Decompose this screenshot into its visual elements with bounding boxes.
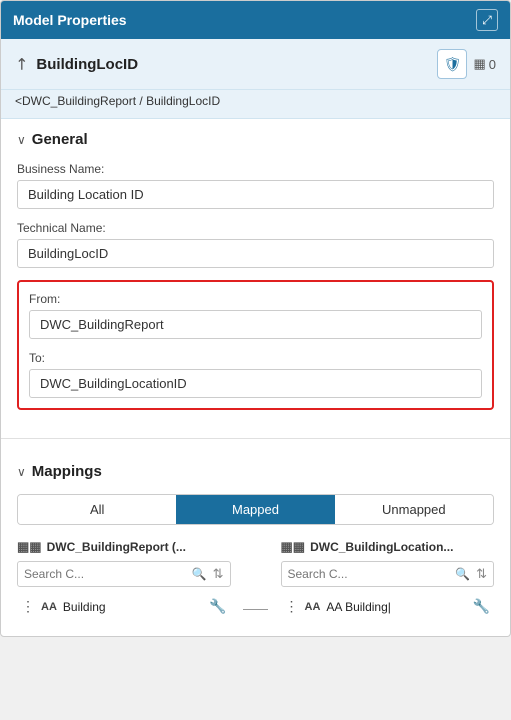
right-aa-badge: AA	[305, 601, 321, 613]
grid-icon: ▦	[473, 56, 485, 72]
business-name-input[interactable]	[17, 180, 494, 209]
general-chevron[interactable]: ∨	[17, 133, 26, 147]
to-field-group: To:	[29, 351, 482, 398]
business-name-label: Business Name:	[17, 162, 494, 176]
breadcrumb-parent-text: <DWC_BuildingReport	[15, 94, 136, 108]
count-value: 0	[489, 57, 496, 72]
tab-all[interactable]: All	[18, 495, 176, 524]
model-properties-panel: Model Properties ⤢ ↗ BuildingLocID 🛡 ▦ 0…	[0, 0, 511, 637]
section-divider	[1, 438, 510, 439]
left-search-row: 🔍 ⇅	[17, 561, 231, 587]
breadcrumb: <DWC_BuildingReport / BuildingLocID	[1, 90, 510, 119]
panel-title: Model Properties	[13, 12, 127, 28]
right-kebab-icon[interactable]: ⋮	[285, 598, 299, 615]
mappings-section-header: ∨ Mappings	[17, 463, 494, 480]
right-search-icon: 🔍	[455, 567, 470, 581]
connector-area	[241, 539, 271, 620]
entity-row: ↗ BuildingLocID 🛡 ▦ 0	[1, 39, 510, 90]
mapping-right-col: ▦▦ DWC_BuildingLocation... 🔍 ⇅ ⋮ AA AA B…	[281, 539, 495, 620]
right-search-input[interactable]	[288, 567, 452, 581]
from-to-box: From: To:	[17, 280, 494, 410]
left-search-icon: 🔍	[192, 567, 207, 581]
breadcrumb-parent-link[interactable]: <DWC_BuildingReport	[15, 94, 139, 108]
technical-name-label: Technical Name:	[17, 221, 494, 235]
general-section-header: ∨ General	[17, 131, 494, 148]
from-input[interactable]	[29, 310, 482, 339]
mappings-chevron[interactable]: ∨	[17, 465, 26, 479]
left-col-title: DWC_BuildingReport (...	[47, 540, 186, 554]
general-title: General	[32, 131, 88, 148]
left-item-action-icon[interactable]: 🔧	[209, 598, 226, 615]
entity-type-icon: ↗	[10, 52, 34, 76]
left-item-label: Building	[63, 600, 203, 614]
technical-name-field-group: Technical Name:	[17, 221, 494, 268]
expand-icon: ⤢	[482, 13, 492, 28]
left-col-header: ▦▦ DWC_BuildingReport (...	[17, 539, 231, 555]
count-button[interactable]: ▦ 0	[473, 56, 496, 72]
right-mapping-item: ⋮ AA AA Building| 🔧	[281, 593, 495, 620]
left-sort-icon[interactable]: ⇅	[213, 566, 224, 582]
breadcrumb-current: BuildingLocID	[146, 94, 220, 108]
right-sort-icon[interactable]: ⇅	[476, 566, 487, 582]
business-name-field-group: Business Name:	[17, 162, 494, 209]
mapping-left-col: ▦▦ DWC_BuildingReport (... 🔍 ⇅ ⋮ AA Buil…	[17, 539, 231, 620]
left-aa-badge: AA	[41, 601, 57, 613]
from-field-group: From:	[29, 292, 482, 339]
right-col-header: ▦▦ DWC_BuildingLocation...	[281, 539, 495, 555]
tab-mapped[interactable]: Mapped	[176, 495, 334, 524]
left-kebab-icon[interactable]: ⋮	[21, 598, 35, 615]
mappings-title: Mappings	[32, 463, 102, 480]
mappings-section: ∨ Mappings All Mapped Unmapped ▦▦ DWC_Bu…	[1, 451, 510, 636]
shield-icon: 🛡	[444, 56, 462, 73]
shield-button[interactable]: 🛡	[437, 49, 467, 79]
mapping-tab-bar: All Mapped Unmapped	[17, 494, 494, 525]
entity-name-group: ↗ BuildingLocID	[15, 54, 138, 74]
to-label: To:	[29, 351, 482, 365]
right-item-action-icon[interactable]: 🔧	[473, 598, 490, 615]
general-section: ∨ General Business Name: Technical Name:…	[1, 119, 510, 434]
mapping-columns: ▦▦ DWC_BuildingReport (... 🔍 ⇅ ⋮ AA Buil…	[17, 539, 494, 620]
technical-name-input[interactable]	[17, 239, 494, 268]
entity-actions: 🛡 ▦ 0	[437, 49, 496, 79]
expand-button[interactable]: ⤢	[476, 9, 498, 31]
left-search-input[interactable]	[24, 567, 188, 581]
to-input[interactable]	[29, 369, 482, 398]
tab-unmapped[interactable]: Unmapped	[335, 495, 493, 524]
right-item-label: AA Building|	[326, 600, 466, 614]
right-col-title: DWC_BuildingLocation...	[310, 540, 453, 554]
left-mapping-item: ⋮ AA Building 🔧	[17, 593, 231, 620]
right-search-row: 🔍 ⇅	[281, 561, 495, 587]
panel-header: Model Properties ⤢	[1, 1, 510, 39]
right-col-icon: ▦▦	[281, 539, 306, 555]
entity-name: BuildingLocID	[36, 56, 138, 73]
connector-line	[243, 609, 268, 610]
from-label: From:	[29, 292, 482, 306]
left-col-icon: ▦▦	[17, 539, 42, 555]
